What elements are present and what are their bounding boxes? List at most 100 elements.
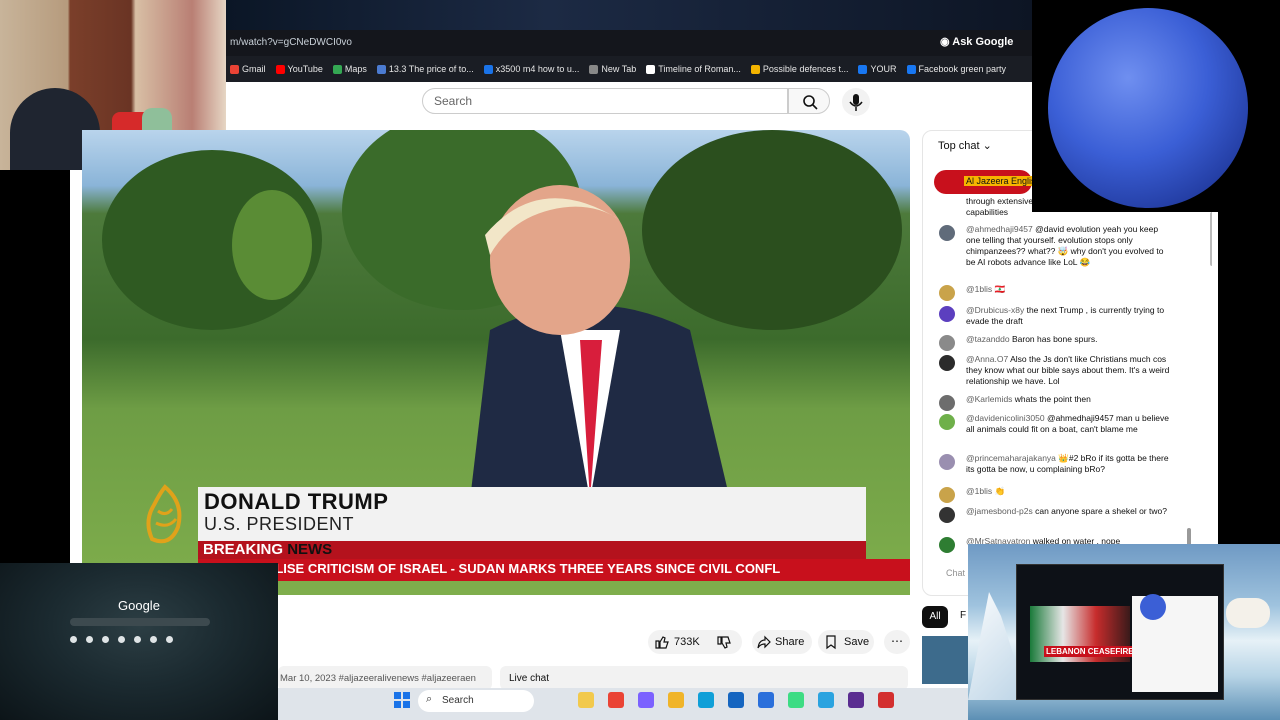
share-label: Share (775, 636, 805, 648)
chat-message: @tazanddo Baron has bone spurs. (966, 334, 1172, 345)
browser-tab-strip (226, 0, 1032, 30)
chat-message: @davidenicolini3050 @ahmedhaji9457 man u… (966, 413, 1172, 435)
right-black-bar (1218, 212, 1280, 544)
chat-avatar[interactable] (939, 355, 955, 371)
chat-author[interactable]: @Drubicus-x8y (966, 305, 1027, 315)
bookmark-item[interactable]: YOUR (858, 64, 897, 74)
lower-third-name: DONALD TRUMP (204, 489, 389, 514)
bookmark-item[interactable]: New Tab (589, 64, 636, 74)
chat-author[interactable]: @ahmedhaji9457 (966, 224, 1035, 234)
google-search-box (70, 618, 210, 626)
bookmark-item[interactable]: Timeline of Roman... (646, 64, 741, 74)
red-app-icon[interactable] (878, 692, 894, 708)
outlook-icon[interactable] (728, 692, 744, 708)
chat-message: @Drubicus-x8y the next Trump , is curren… (966, 305, 1172, 327)
pinned-author: Al Jazeera Englis (964, 176, 1038, 186)
search-input[interactable]: Search (422, 88, 788, 114)
bookmark-label: Possible defences t... (762, 64, 849, 74)
chat-text: Baron has bone spurs. (1011, 334, 1098, 344)
bookmark-item[interactable]: Maps (332, 64, 367, 74)
bookmark-icon (230, 64, 239, 74)
chat-author[interactable]: @jamesbond-p2s (966, 506, 1035, 516)
more-actions-button[interactable]: ⋯ (884, 630, 910, 654)
recommended-thumbnail[interactable] (922, 636, 968, 684)
like-button[interactable]: 733K (648, 630, 742, 654)
taskbar-search[interactable]: ⌕ Search (418, 690, 534, 712)
chat-avatar[interactable] (939, 285, 955, 301)
edge-icon[interactable] (698, 692, 714, 708)
thumbs-down-icon[interactable] (716, 635, 732, 651)
share-icon (757, 635, 771, 649)
chat-author[interactable]: @Karlemids (966, 394, 1015, 404)
folder-icon[interactable] (668, 692, 684, 708)
android-icon[interactable] (788, 692, 804, 708)
chrome-icon[interactable] (608, 692, 624, 708)
share-button[interactable]: Share (752, 630, 812, 654)
bookmark-icon (750, 64, 760, 74)
bookmark-item[interactable]: Possible defences t... (750, 64, 849, 74)
chat-avatar[interactable] (939, 487, 955, 503)
taskbar-search-icon: ⌕ (426, 693, 433, 705)
bookmark-item[interactable]: 13.3 The price of to... (376, 64, 474, 74)
bookmarks-bar: Gmail YouTube Maps 13.3 The price of to... x… (226, 56, 1032, 82)
file-explorer-icon[interactable] (578, 692, 594, 708)
telegram-icon[interactable] (818, 692, 834, 708)
news-word: NEWS (287, 541, 333, 558)
video-description[interactable]: Mar 10, 2023 #aljazeeralivenews #aljazee… (278, 666, 492, 690)
bookmark-label: New Tab (601, 64, 637, 74)
top-chat-label: Top chat (938, 140, 980, 152)
chip-f[interactable]: F (960, 610, 966, 621)
bookmark-item[interactable]: YouTube (275, 64, 323, 74)
bookmark-item[interactable]: Gmail (230, 64, 266, 74)
bookmark-item[interactable]: Facebook green party (906, 64, 1006, 74)
chat-message: @ahmedhaji9457 @david evolution yeah you… (966, 224, 1172, 268)
chat-author[interactable]: @tazanddo (966, 334, 1012, 344)
bookmark-icon (332, 64, 342, 74)
chat-avatar[interactable] (939, 197, 955, 213)
left-white-stripe (70, 170, 82, 565)
chat-message: @jamesbond-p2s can anyone spare a shekel… (966, 506, 1172, 517)
chat-avatar[interactable] (939, 507, 955, 523)
chat-author[interactable]: @princemaharajakanya (966, 453, 1058, 463)
top-chat-dropdown[interactable]: Top chat ⌄ (938, 139, 992, 152)
lower-third-role: U.S. PRESIDENT (204, 514, 355, 534)
chat-message: @Karlemids whats the point then (966, 394, 1172, 405)
store-icon[interactable] (758, 692, 774, 708)
voice-search-button[interactable] (842, 88, 870, 116)
live-chat-button[interactable]: Live chat (500, 666, 908, 690)
purple-app-icon[interactable] (848, 692, 864, 708)
chat-avatar[interactable] (939, 537, 955, 553)
search-button[interactable] (788, 88, 830, 114)
url-text[interactable]: m/watch?v=gCNeDWCI0vo (230, 37, 352, 48)
chat-avatar[interactable] (939, 414, 955, 430)
chat-author[interactable]: @davidenicolini3050 (966, 413, 1047, 423)
chat-avatar[interactable] (939, 306, 955, 322)
save-button[interactable]: Save (818, 630, 874, 654)
chat-author[interactable]: @Anna.O7 (966, 354, 1010, 364)
polar-bear (1226, 598, 1270, 628)
chat-text: whats the point then (1014, 394, 1091, 404)
save-icon (826, 635, 836, 650)
chat-avatar[interactable] (939, 225, 955, 241)
chat-avatar[interactable] (939, 395, 955, 411)
chat-avatar[interactable] (939, 454, 955, 470)
copilot-icon[interactable] (638, 692, 654, 708)
bookmark-icon (646, 64, 656, 74)
chip-all[interactable]: All (922, 606, 948, 628)
ask-google-button[interactable]: ◉ Ask Google (940, 35, 1013, 48)
chat-input[interactable]: Chat (946, 568, 965, 578)
chat-message: @Anna.O7 Also the Js don't like Christia… (966, 354, 1172, 387)
google-logo: Google (118, 598, 160, 613)
bookmark-item[interactable]: x3500 m4 how to u... (483, 64, 579, 74)
bookmark-icon (483, 64, 493, 74)
windows-start-icon[interactable] (394, 692, 410, 708)
nested-video-label: LEBANON CEASEFIRE (1044, 646, 1136, 657)
taskbar-search-label: Search (442, 695, 474, 706)
chat-message: @1blis 👏 (966, 486, 1172, 497)
chat-avatar[interactable] (939, 335, 955, 351)
mic-icon (849, 94, 863, 111)
chat-author[interactable]: @1blis (966, 284, 994, 294)
search-icon (803, 95, 818, 110)
bookmark-icon (376, 64, 386, 74)
chat-author[interactable]: @1blis (966, 486, 994, 496)
